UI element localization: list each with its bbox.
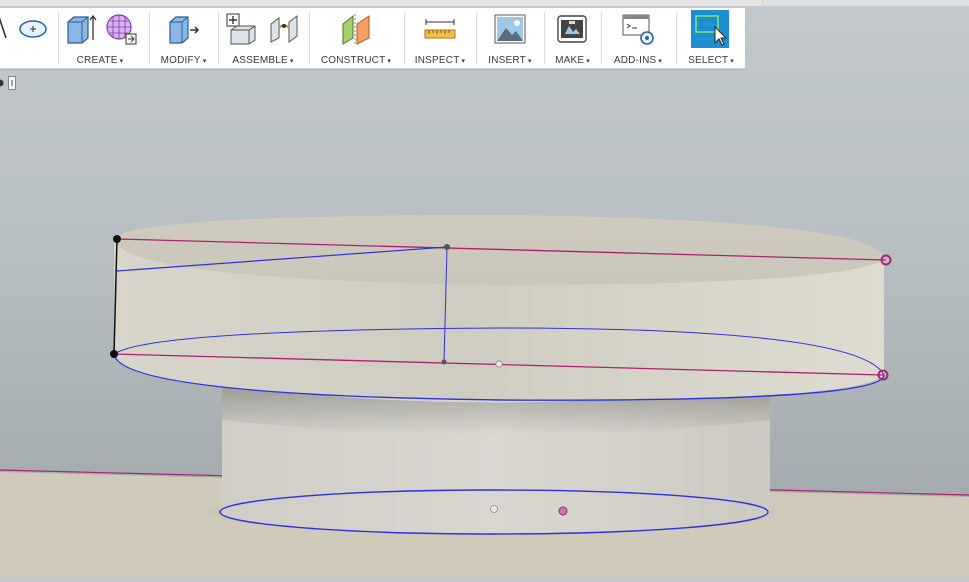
sketch-point[interactable] xyxy=(441,359,447,365)
base-center-point[interactable] xyxy=(490,505,498,513)
modify-caret: ▾ xyxy=(202,58,207,65)
title-strip-edge xyxy=(762,0,969,6)
extrude-box-icon[interactable] xyxy=(64,12,98,46)
addins-menu[interactable]: ADD-INS ▾ xyxy=(602,55,674,66)
group-select: SELECT ▾ xyxy=(677,8,745,68)
press-pull-icon[interactable] xyxy=(166,12,200,46)
group-create: CREATE ▾ xyxy=(60,8,140,68)
addins-caret: ▾ xyxy=(658,58,663,65)
create-menu[interactable]: CREATE ▾ xyxy=(60,55,140,66)
make-menu[interactable]: MAKE ▾ xyxy=(545,55,600,66)
model-canvas[interactable] xyxy=(0,0,969,577)
group-construct: CONSTRUCT ▾ xyxy=(310,8,402,68)
insert-label: INSERT xyxy=(488,55,526,66)
group-addins: ADD-INS ▾ xyxy=(602,8,674,68)
ribbon-toolbar: CREATE ▾ MODIFY ▾ ASSEMBLE ▾ CONSTRUCT ▾ INS… xyxy=(0,8,745,69)
insert-menu[interactable]: INSERT ▾ xyxy=(477,55,543,66)
construct-menu[interactable]: CONSTRUCT ▾ xyxy=(310,55,402,66)
group-inspect: INSPECT ▾ xyxy=(405,8,475,68)
assemble-caret: ▾ xyxy=(289,58,294,65)
sketch-point[interactable] xyxy=(110,350,118,358)
title-strip xyxy=(0,0,969,6)
group-make: MAKE ▾ xyxy=(545,8,600,68)
sketch-point[interactable] xyxy=(113,235,121,243)
addins-label: ADD-INS xyxy=(613,55,657,66)
insert-caret: ▾ xyxy=(527,58,532,65)
inspect-menu[interactable]: INSPECT ▾ xyxy=(405,55,475,66)
make-caret: ▾ xyxy=(586,58,590,65)
measure-ruler-icon[interactable] xyxy=(423,12,457,46)
form-grid-icon[interactable] xyxy=(104,12,138,46)
sketch-ellipse-icon[interactable] xyxy=(16,12,50,46)
select-menu[interactable]: SELECT ▾ xyxy=(677,55,745,66)
inspect-caret: ▾ xyxy=(461,58,466,65)
sketch-point[interactable] xyxy=(444,244,450,250)
group-modify: MODIFY ▾ xyxy=(150,8,217,68)
offset-plane-icon[interactable] xyxy=(339,12,373,46)
modify-menu[interactable]: MODIFY ▾ xyxy=(150,55,217,66)
center-point[interactable] xyxy=(495,360,503,368)
select-caret: ▾ xyxy=(730,58,734,65)
assemble-menu[interactable]: ASSEMBLE ▾ xyxy=(219,55,307,66)
construct-caret: ▾ xyxy=(387,58,392,65)
group-assemble: ASSEMBLE ▾ xyxy=(219,8,307,68)
new-component-icon[interactable] xyxy=(225,12,259,46)
inspect-label: INSPECT xyxy=(414,55,460,66)
create-caret: ▾ xyxy=(119,58,124,65)
base-magenta-point[interactable] xyxy=(558,506,568,516)
joint-icon[interactable] xyxy=(267,12,301,46)
select-label: SELECT xyxy=(688,55,729,66)
panel-toggle-icon[interactable] xyxy=(8,76,16,90)
scripts-addins-icon[interactable] xyxy=(621,12,655,46)
print-3d-icon[interactable] xyxy=(555,12,589,46)
window-select-icon[interactable] xyxy=(691,10,729,48)
3d-viewport[interactable] xyxy=(0,0,969,577)
create-label: CREATE xyxy=(76,55,118,66)
construct-label: CONSTRUCT xyxy=(320,55,386,66)
group-insert: INSERT ▾ xyxy=(477,8,543,68)
insert-image-icon[interactable] xyxy=(493,12,527,46)
modify-label: MODIFY xyxy=(160,55,201,66)
separator xyxy=(58,12,59,64)
make-label: MAKE xyxy=(555,55,585,66)
assemble-label: ASSEMBLE xyxy=(232,55,288,66)
